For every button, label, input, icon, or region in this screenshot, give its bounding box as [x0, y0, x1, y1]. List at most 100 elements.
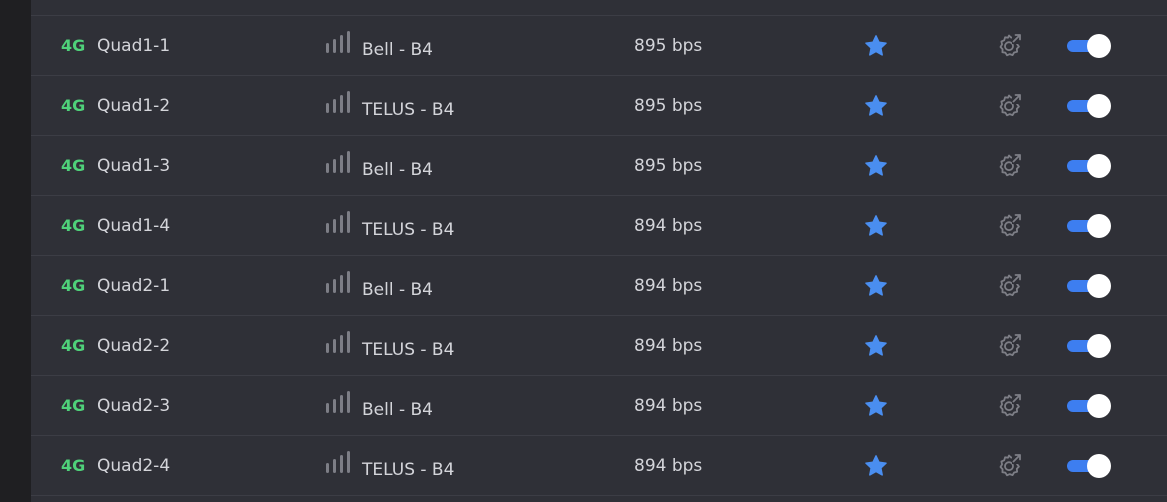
modem-settings-button[interactable]	[995, 256, 1023, 315]
star-icon	[865, 454, 887, 476]
left-sidebar-edge	[0, 0, 31, 502]
toggle-switch[interactable]	[1067, 213, 1111, 238]
throughput-rate: 894 bps	[634, 455, 703, 476]
modem-rows: 4G Quad1-1 Bell - B4 895 bps 4G Quad1-2 …	[31, 16, 1167, 496]
throughput-rate: 894 bps	[634, 215, 703, 236]
network-type-badge: 4G	[61, 336, 86, 355]
modem-enable-toggle[interactable]	[1067, 196, 1113, 255]
modem-row: 4G Quad1-3 Bell - B4 895 bps	[31, 136, 1167, 196]
toggle-switch[interactable]	[1067, 33, 1111, 58]
favorite-star-button[interactable]	[863, 136, 889, 195]
modem-row: 4G Quad2-3 Bell - B4 894 bps	[31, 376, 1167, 436]
carrier-band: TELUS - B4	[362, 219, 455, 240]
star-icon	[865, 214, 887, 236]
modem-enable-toggle[interactable]	[1067, 316, 1113, 375]
carrier-band: Bell - B4	[362, 279, 433, 300]
network-type-badge: 4G	[61, 456, 86, 475]
toggle-knob[interactable]	[1087, 333, 1111, 358]
modem-row: 4G Quad2-2 TELUS - B4 894 bps	[31, 316, 1167, 376]
modem-settings-button[interactable]	[995, 16, 1023, 75]
throughput-rate: 895 bps	[634, 95, 703, 116]
modem-enable-toggle[interactable]	[1067, 16, 1113, 75]
network-type-badge: 4G	[61, 216, 86, 235]
modem-name: Quad2-1	[97, 275, 171, 296]
modem-settings-button[interactable]	[995, 136, 1023, 195]
signal-bars-icon	[325, 316, 351, 375]
toggle-knob[interactable]	[1087, 33, 1111, 58]
gear-arrow-icon	[999, 273, 1022, 296]
gear-arrow-icon	[999, 213, 1022, 236]
star-icon	[865, 154, 887, 176]
modem-name: Quad1-4	[97, 215, 171, 236]
modem-settings-button[interactable]	[995, 436, 1023, 495]
signal-bars-icon	[325, 436, 351, 495]
toggle-knob[interactable]	[1087, 153, 1111, 178]
modem-list-screen: 4G Quad1-1 Bell - B4 895 bps 4G Quad1-2 …	[0, 0, 1167, 502]
carrier-band: TELUS - B4	[362, 99, 455, 120]
modem-name: Quad2-4	[97, 455, 171, 476]
modem-name: Quad2-2	[97, 335, 171, 356]
toggle-switch[interactable]	[1067, 453, 1111, 478]
favorite-star-button[interactable]	[863, 316, 889, 375]
toggle-switch[interactable]	[1067, 333, 1111, 358]
signal-bars-icon	[325, 76, 351, 135]
carrier-band: TELUS - B4	[362, 339, 455, 360]
modem-name: Quad2-3	[97, 395, 171, 416]
star-icon	[865, 394, 887, 416]
carrier-band: TELUS - B4	[362, 459, 455, 480]
gear-arrow-icon	[999, 453, 1022, 476]
toggle-knob[interactable]	[1087, 393, 1111, 418]
modem-settings-button[interactable]	[995, 376, 1023, 435]
modem-row: 4G Quad1-1 Bell - B4 895 bps	[31, 16, 1167, 76]
signal-bars-icon	[325, 136, 351, 195]
modem-enable-toggle[interactable]	[1067, 136, 1113, 195]
modem-enable-toggle[interactable]	[1067, 256, 1113, 315]
modem-settings-button[interactable]	[995, 76, 1023, 135]
gear-arrow-icon	[999, 333, 1022, 356]
toggle-knob[interactable]	[1087, 93, 1111, 118]
network-type-badge: 4G	[61, 276, 86, 295]
favorite-star-button[interactable]	[863, 256, 889, 315]
signal-bars-icon	[325, 256, 351, 315]
previous-row-edge	[31, 0, 1167, 16]
toggle-knob[interactable]	[1087, 213, 1111, 238]
modem-row: 4G Quad1-2 TELUS - B4 895 bps	[31, 76, 1167, 136]
modem-enable-toggle[interactable]	[1067, 436, 1113, 495]
favorite-star-button[interactable]	[863, 76, 889, 135]
network-type-badge: 4G	[61, 156, 86, 175]
toggle-switch[interactable]	[1067, 273, 1111, 298]
throughput-rate: 894 bps	[634, 335, 703, 356]
toggle-switch[interactable]	[1067, 393, 1111, 418]
toggle-knob[interactable]	[1087, 453, 1111, 478]
toggle-switch[interactable]	[1067, 153, 1111, 178]
signal-bars-icon	[325, 16, 351, 75]
star-icon	[865, 34, 887, 56]
favorite-star-button[interactable]	[863, 196, 889, 255]
carrier-band: Bell - B4	[362, 399, 433, 420]
modem-row: 4G Quad2-4 TELUS - B4 894 bps	[31, 436, 1167, 496]
signal-bars-icon	[325, 376, 351, 435]
gear-arrow-icon	[999, 393, 1022, 416]
modem-enable-toggle[interactable]	[1067, 376, 1113, 435]
gear-arrow-icon	[999, 93, 1022, 116]
carrier-band: Bell - B4	[362, 159, 433, 180]
carrier-band: Bell - B4	[362, 39, 433, 60]
star-icon	[865, 274, 887, 296]
modem-settings-button[interactable]	[995, 316, 1023, 375]
favorite-star-button[interactable]	[863, 436, 889, 495]
favorite-star-button[interactable]	[863, 16, 889, 75]
signal-bars-icon	[325, 196, 351, 255]
throughput-rate: 895 bps	[634, 155, 703, 176]
modem-enable-toggle[interactable]	[1067, 76, 1113, 135]
modem-name: Quad1-1	[97, 35, 171, 56]
throughput-rate: 894 bps	[634, 275, 703, 296]
toggle-knob[interactable]	[1087, 273, 1111, 298]
modem-row: 4G Quad2-1 Bell - B4 894 bps	[31, 256, 1167, 316]
throughput-rate: 895 bps	[634, 35, 703, 56]
star-icon	[865, 334, 887, 356]
favorite-star-button[interactable]	[863, 376, 889, 435]
modem-settings-button[interactable]	[995, 196, 1023, 255]
modem-row: 4G Quad1-4 TELUS - B4 894 bps	[31, 196, 1167, 256]
toggle-switch[interactable]	[1067, 93, 1111, 118]
gear-arrow-icon	[999, 153, 1022, 176]
